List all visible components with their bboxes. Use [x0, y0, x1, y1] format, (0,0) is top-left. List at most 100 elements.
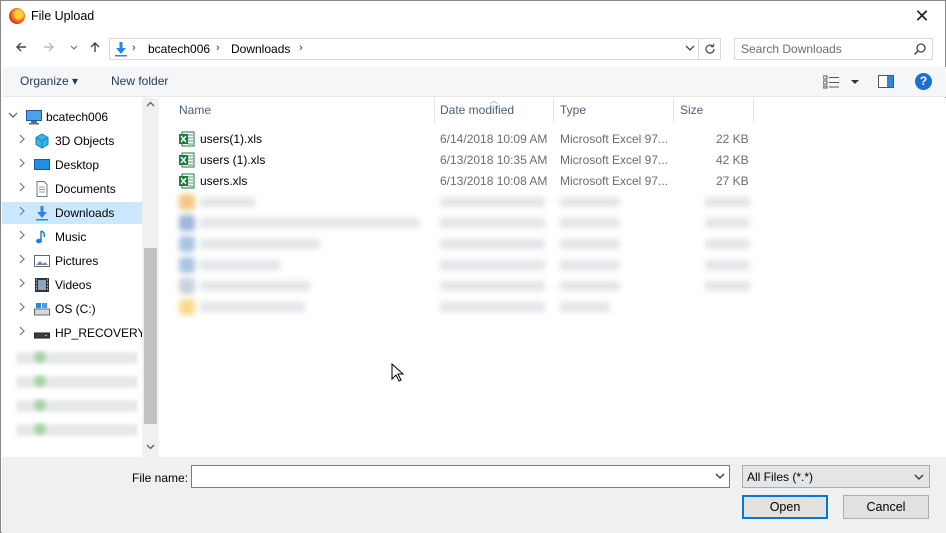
chevron-right-icon[interactable] — [17, 158, 27, 171]
documents-icon — [36, 181, 48, 197]
column-header-size[interactable]: Size — [674, 98, 754, 123]
file-type-filter-value: All Files (*.*) — [747, 470, 814, 484]
forward-arrow-icon[interactable] — [39, 39, 59, 59]
search-box[interactable] — [734, 38, 933, 60]
chevron-down-icon[interactable] — [715, 470, 725, 485]
file-name-label: File name: — [132, 471, 189, 485]
file-row[interactable]: users.xls 6/13/2018 10:08 AM Microsoft E… — [175, 171, 755, 192]
blurred-file-row — [175, 297, 755, 318]
blurred-file-row — [175, 276, 755, 297]
breadcrumb-separator: › — [132, 42, 136, 54]
chevron-right-icon[interactable] — [17, 230, 27, 243]
new-folder-button[interactable]: New folder — [111, 74, 168, 88]
sidebar-item-music[interactable]: Music — [2, 226, 142, 248]
firefox-icon — [9, 8, 25, 24]
chevron-right-icon[interactable] — [17, 182, 27, 195]
refresh-button[interactable] — [699, 38, 721, 60]
sidebar-item-label: HP_RECOVERY ( — [55, 326, 153, 340]
sidebar-item-label: Pictures — [55, 254, 99, 268]
file-row[interactable]: users(1).xls 6/14/2018 10:09 AM Microsof… — [175, 129, 755, 150]
navigation-pane: bcatech006 3D Objects Desktop Documents — [2, 98, 159, 457]
sidebar-item-label: 3D Objects — [55, 134, 115, 148]
recent-locations-chevron-down-icon[interactable] — [64, 39, 84, 59]
breadcrumb-item-bcatech006[interactable]: bcatech006 — [148, 42, 210, 56]
cancel-button[interactable]: Cancel — [843, 495, 929, 519]
downloads-icon — [36, 206, 48, 221]
blurred-nav-item — [16, 351, 138, 364]
file-date: 6/13/2018 10:08 AM — [440, 174, 548, 188]
blurred-file-row — [175, 213, 755, 234]
help-icon[interactable]: ? — [915, 73, 932, 90]
pictures-icon — [34, 255, 50, 267]
sidebar-item-label: Documents — [55, 182, 116, 196]
chevron-right-icon[interactable] — [17, 326, 27, 339]
excel-file-icon — [179, 173, 195, 189]
sidebar-item-downloads[interactable]: Downloads — [2, 202, 142, 224]
preview-pane-icon — [878, 75, 894, 88]
blurred-file-row — [175, 192, 755, 213]
breadcrumb-separator[interactable]: › — [216, 42, 220, 54]
mouse-cursor-icon — [391, 363, 405, 382]
close-button[interactable]: ✕ — [899, 1, 945, 32]
sidebar-item-label: Videos — [55, 278, 92, 292]
sidebar-item-desktop[interactable]: Desktop — [2, 154, 142, 176]
file-list: ︿ Name Date modified Type Size users(1).… — [159, 96, 946, 457]
search-input[interactable] — [735, 39, 910, 59]
sidebar-item-this-pc[interactable]: bcatech006 — [2, 106, 142, 128]
address-dropdown-chevron-down-icon[interactable] — [685, 41, 695, 58]
dialog-footer: File name: All Files (*.*) Open Cancel — [2, 457, 946, 533]
file-type-filter-select[interactable]: All Files (*.*) — [742, 465, 930, 488]
nav-scrollbar[interactable] — [142, 98, 159, 457]
chevron-down-icon[interactable] — [8, 110, 18, 123]
scroll-down-arrow-icon[interactable] — [142, 440, 159, 457]
sidebar-item-pictures[interactable]: Pictures — [2, 250, 142, 272]
up-arrow-icon[interactable] — [85, 39, 105, 59]
sidebar-item-label: Music — [55, 230, 87, 244]
file-size: 27 KB — [716, 174, 749, 188]
view-list-icon — [823, 75, 839, 89]
scrollbar-thumb[interactable] — [144, 248, 157, 424]
search-icon[interactable] — [913, 42, 927, 56]
breadcrumb-item-downloads[interactable]: Downloads — [231, 42, 290, 56]
sidebar-item-hp-recovery[interactable]: HP_RECOVERY ( — [2, 322, 153, 344]
sidebar-item-3d-objects[interactable]: 3D Objects — [2, 130, 142, 152]
chevron-right-icon[interactable] — [17, 134, 27, 147]
file-date: 6/13/2018 10:35 AM — [440, 153, 548, 167]
file-row[interactable]: users (1).xls 6/13/2018 10:35 AM Microso… — [175, 150, 755, 171]
window-title: File Upload — [31, 9, 95, 23]
scroll-up-arrow-icon[interactable] — [142, 98, 159, 115]
file-name: users.xls — [200, 174, 248, 188]
file-name: users (1).xls — [200, 153, 266, 167]
sidebar-item-label: Desktop — [55, 158, 100, 172]
blurred-file-row — [175, 255, 755, 276]
sidebar-item-documents[interactable]: Documents — [2, 178, 142, 200]
title-bar: File Upload ✕ — [1, 1, 945, 32]
file-name-input[interactable] — [192, 466, 707, 487]
column-header-type[interactable]: Type — [554, 98, 674, 123]
address-bar[interactable]: › bcatech006 › Downloads › — [109, 38, 699, 60]
file-name-combobox[interactable] — [191, 465, 730, 488]
computer-icon — [26, 110, 42, 125]
excel-file-icon — [179, 152, 195, 168]
open-button[interactable]: Open — [742, 495, 828, 519]
column-header-date-modified[interactable]: Date modified — [434, 98, 554, 123]
file-type: Microsoft Excel 97... — [560, 174, 669, 188]
sidebar-item-videos[interactable]: Videos — [2, 274, 142, 296]
blurred-nav-item — [16, 375, 138, 388]
organize-button[interactable]: Organize ▾ — [20, 74, 78, 88]
chevron-down-icon[interactable] — [914, 471, 924, 486]
downloads-icon — [115, 42, 127, 57]
file-name: users(1).xls — [200, 132, 263, 146]
chevron-right-icon[interactable] — [17, 206, 27, 219]
excel-file-icon — [179, 131, 195, 147]
file-type: Microsoft Excel 97... — [560, 153, 669, 167]
chevron-right-icon[interactable] — [17, 302, 27, 315]
back-arrow-icon[interactable] — [11, 39, 31, 59]
chevron-right-icon[interactable] — [17, 254, 27, 267]
breadcrumb-separator[interactable]: › — [299, 42, 303, 54]
chevron-right-icon[interactable] — [17, 278, 27, 291]
column-header-name[interactable]: Name — [173, 98, 435, 123]
3d-objects-icon — [35, 133, 49, 149]
blurred-nav-item — [16, 399, 138, 412]
sidebar-item-os-c[interactable]: OS (C:) — [2, 298, 142, 320]
